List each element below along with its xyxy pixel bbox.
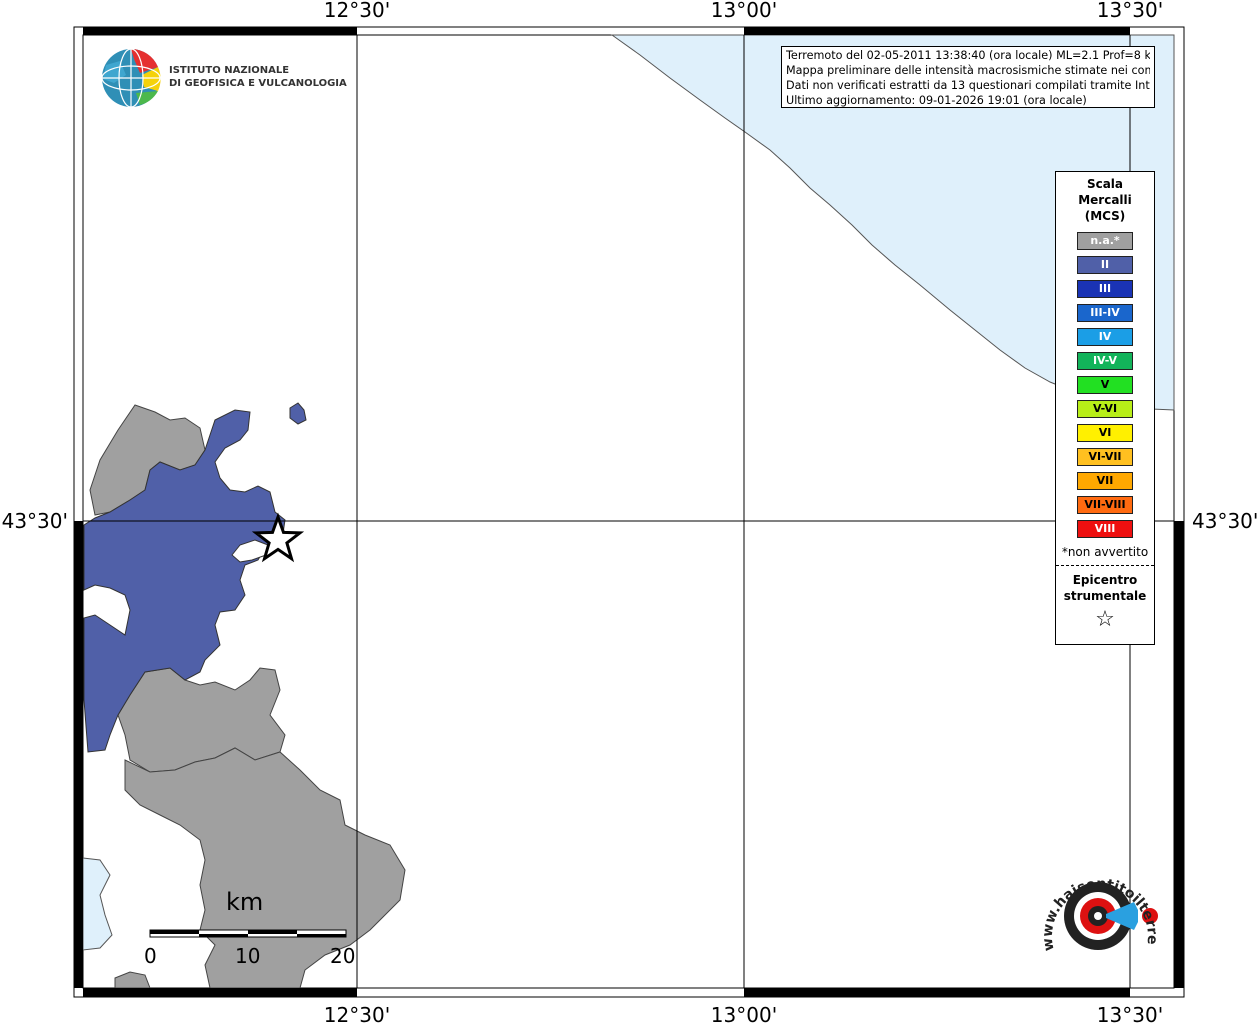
epicenter-legend-title: Epicentro strumentale xyxy=(1056,572,1154,604)
longitude-label-bottom: 12°30' xyxy=(324,1003,390,1024)
hai-sentito-il-terremoto-logo: www.haisentitoilterremoto.it xyxy=(1036,858,1160,952)
scale-bar-segment xyxy=(150,930,199,934)
intensity-swatch: III-IV xyxy=(1077,304,1133,322)
scale-bar-tick-label: 0 xyxy=(144,944,157,968)
legend-title: Scala Mercalli (MCS) xyxy=(1056,176,1154,224)
ingv-line-1: ISTITUTO NAZIONALE xyxy=(169,65,290,76)
longitude-label-top: 13°30' xyxy=(1097,0,1163,22)
intensity-swatch: VIII xyxy=(1077,520,1133,538)
latitude-label-left: 43°30' xyxy=(2,509,68,533)
frame-bar xyxy=(744,27,1130,35)
scale-bar-unit: km xyxy=(226,888,264,916)
info-line-data-source: Dati non verificati estratti da 13 quest… xyxy=(786,79,1150,92)
scale-bar-segment xyxy=(199,934,248,937)
longitude-label-top: 13°00' xyxy=(711,0,777,22)
longitude-label-top: 12°30' xyxy=(324,0,390,22)
intensity-swatch: VI-VII xyxy=(1077,448,1133,466)
latitude-label-right: 43°30' xyxy=(1192,509,1257,533)
intensity-swatch: n.a.* xyxy=(1077,232,1133,250)
mcs-legend: Scala Mercalli (MCS) n.a.* II III III-IV… xyxy=(1055,171,1155,645)
longitude-label-bottom: 13°00' xyxy=(711,1003,777,1024)
intensity-swatch: V-VI xyxy=(1077,400,1133,418)
ingv-logo-text: ISTITUTO NAZIONALE DI GEOFISICA E VULCAN… xyxy=(169,64,347,90)
ingv-globe-icon xyxy=(101,48,161,108)
intensity-swatch: III xyxy=(1077,280,1133,298)
intensity-scale-list: n.a.* II III III-IV IV IV-V V V-VI VI VI… xyxy=(1056,232,1154,538)
frame-bar xyxy=(83,988,357,997)
scale-bar-tick-label: 20 xyxy=(330,944,356,968)
epicenter-legend-star-icon: ☆ xyxy=(1095,607,1115,632)
scale-bar-segment xyxy=(297,934,346,937)
info-line-last-update: Ultimo aggiornamento: 09-01-2026 19:01 (… xyxy=(786,94,1087,107)
legend-title-line: (MCS) xyxy=(1084,209,1126,223)
scale-bar-tick-label: 10 xyxy=(235,944,261,968)
frame-bar xyxy=(83,27,357,35)
intensity-swatch: V xyxy=(1077,376,1133,394)
legend-title-line: Mercalli xyxy=(1078,193,1132,207)
frame-bar xyxy=(74,521,83,988)
frame-bar xyxy=(744,988,1130,997)
legend-title-line: Scala xyxy=(1086,177,1124,191)
intensity-swatch: VII-VIII xyxy=(1077,496,1133,514)
earthquake-info-box: Terremoto del 02-05-2011 13:38:40 (ora l… xyxy=(781,46,1155,108)
epicenter-legend-line: Epicentro xyxy=(1072,573,1138,587)
ingv-line-2: DI GEOFISICA E VULCANOLOGIA xyxy=(169,78,347,89)
info-line-description: Mappa preliminare delle intensità macros… xyxy=(786,64,1150,77)
intensity-swatch: VII xyxy=(1077,472,1133,490)
epicenter-legend-line: strumentale xyxy=(1063,589,1147,603)
intensity-swatch: IV-V xyxy=(1077,352,1133,370)
not-felt-note: *non avvertito xyxy=(1061,545,1149,559)
intensity-swatch: VI xyxy=(1077,424,1133,442)
intensity-swatch: IV xyxy=(1077,328,1133,346)
info-line-event: Terremoto del 02-05-2011 13:38:40 (ora l… xyxy=(786,49,1150,62)
longitude-label-bottom: 13°30' xyxy=(1097,1003,1163,1024)
frame-bar xyxy=(1174,521,1184,988)
scale-bar-segment xyxy=(248,930,297,934)
intensity-swatch: II xyxy=(1077,256,1133,274)
legend-divider xyxy=(1056,565,1154,566)
